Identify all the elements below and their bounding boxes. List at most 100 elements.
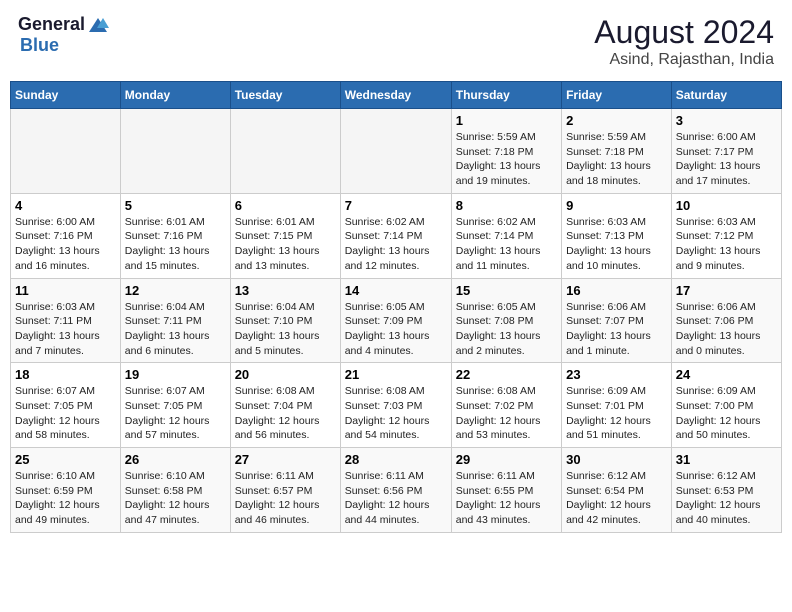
day-info: Sunrise: 6:10 AM Sunset: 6:58 PM Dayligh… (125, 469, 226, 528)
weekday-header: Saturday (671, 82, 781, 109)
logo-blue: Blue (20, 35, 59, 56)
day-info: Sunrise: 5:59 AM Sunset: 7:18 PM Dayligh… (566, 130, 667, 189)
day-number: 15 (456, 283, 557, 298)
day-number: 4 (15, 198, 116, 213)
calendar-week-row: 1Sunrise: 5:59 AM Sunset: 7:18 PM Daylig… (11, 109, 782, 194)
page-subtitle: Asind, Rajasthan, India (594, 51, 774, 69)
day-info: Sunrise: 6:10 AM Sunset: 6:59 PM Dayligh… (15, 469, 116, 528)
day-number: 30 (566, 452, 667, 467)
calendar-cell: 23Sunrise: 6:09 AM Sunset: 7:01 PM Dayli… (562, 363, 672, 448)
day-info: Sunrise: 6:04 AM Sunset: 7:11 PM Dayligh… (125, 300, 226, 359)
calendar-cell: 10 Sunrise: 6:03 AM Sunset: 7:12 PM Dayli… (671, 193, 781, 278)
day-info: Sunrise: 6:05 AM Sunset: 7:09 PM Dayligh… (345, 300, 447, 359)
day-number: 18 (15, 367, 116, 382)
page-header: General Blue August 2024 Asind, Rajastha… (10, 10, 782, 73)
calendar-cell: 21Sunrise: 6:08 AM Sunset: 7:03 PM Dayli… (340, 363, 451, 448)
day-number: 5 (125, 198, 226, 213)
day-number: 6 (235, 198, 336, 213)
title-area: August 2024 Asind, Rajasthan, India (594, 14, 774, 69)
weekday-header: Thursday (451, 82, 561, 109)
day-info: Sunrise: 6:12 AM Sunset: 6:54 PM Dayligh… (566, 469, 667, 528)
calendar-cell: 2 Sunrise: 5:59 AM Sunset: 7:18 PM Daylig… (562, 109, 672, 194)
calendar-week-row: 4 Sunrise: 6:00 AM Sunset: 7:16 PM Daylig… (11, 193, 782, 278)
calendar-cell: 9 Sunrise: 6:03 AM Sunset: 7:13 PM Daylig… (562, 193, 672, 278)
weekday-header: Tuesday (230, 82, 340, 109)
calendar-cell: 26 Sunrise: 6:10 AM Sunset: 6:58 PM Dayli… (120, 448, 230, 533)
logo-general: General (18, 14, 85, 35)
day-number: 19 (125, 367, 226, 382)
day-info: Sunrise: 6:06 AM Sunset: 7:07 PM Dayligh… (566, 300, 667, 359)
calendar-cell: 5 Sunrise: 6:01 AM Sunset: 7:16 PM Daylig… (120, 193, 230, 278)
calendar-cell (11, 109, 121, 194)
day-number: 12 (125, 283, 226, 298)
day-number: 14 (345, 283, 447, 298)
calendar-cell: 24Sunrise: 6:09 AM Sunset: 7:00 PM Dayli… (671, 363, 781, 448)
calendar-cell: 22Sunrise: 6:08 AM Sunset: 7:02 PM Dayli… (451, 363, 561, 448)
calendar-cell: 25 Sunrise: 6:10 AM Sunset: 6:59 PM Dayli… (11, 448, 121, 533)
calendar-cell: 17 Sunrise: 6:06 AM Sunset: 7:06 PM Dayli… (671, 278, 781, 363)
calendar-cell: 28Sunrise: 6:11 AM Sunset: 6:56 PM Dayli… (340, 448, 451, 533)
day-number: 31 (676, 452, 777, 467)
calendar-cell: 7Sunrise: 6:02 AM Sunset: 7:14 PM Daylig… (340, 193, 451, 278)
day-number: 26 (125, 452, 226, 467)
day-info: Sunrise: 6:11 AM Sunset: 6:56 PM Dayligh… (345, 469, 447, 528)
day-number: 8 (456, 198, 557, 213)
day-number: 3 (676, 113, 777, 128)
day-info: Sunrise: 6:09 AM Sunset: 7:01 PM Dayligh… (566, 384, 667, 443)
day-number: 9 (566, 198, 667, 213)
calendar-cell: 27Sunrise: 6:11 AM Sunset: 6:57 PM Dayli… (230, 448, 340, 533)
day-info: Sunrise: 6:06 AM Sunset: 7:06 PM Dayligh… (676, 300, 777, 359)
calendar-cell: 31Sunrise: 6:12 AM Sunset: 6:53 PM Dayli… (671, 448, 781, 533)
day-info: Sunrise: 6:03 AM Sunset: 7:11 PM Dayligh… (15, 300, 116, 359)
calendar-cell: 30 Sunrise: 6:12 AM Sunset: 6:54 PM Dayli… (562, 448, 672, 533)
day-number: 17 (676, 283, 777, 298)
day-number: 11 (15, 283, 116, 298)
calendar-cell: 1Sunrise: 5:59 AM Sunset: 7:18 PM Daylig… (451, 109, 561, 194)
day-number: 25 (15, 452, 116, 467)
calendar-cell: 13 Sunrise: 6:04 AM Sunset: 7:10 PM Dayli… (230, 278, 340, 363)
weekday-header: Wednesday (340, 82, 451, 109)
day-info: Sunrise: 6:04 AM Sunset: 7:10 PM Dayligh… (235, 300, 336, 359)
day-number: 13 (235, 283, 336, 298)
calendar-cell: 16 Sunrise: 6:06 AM Sunset: 7:07 PM Dayli… (562, 278, 672, 363)
day-number: 7 (345, 198, 447, 213)
day-info: Sunrise: 6:03 AM Sunset: 7:13 PM Dayligh… (566, 215, 667, 274)
day-info: Sunrise: 5:59 AM Sunset: 7:18 PM Dayligh… (456, 130, 557, 189)
day-info: Sunrise: 6:01 AM Sunset: 7:15 PM Dayligh… (235, 215, 336, 274)
day-info: Sunrise: 6:08 AM Sunset: 7:02 PM Dayligh… (456, 384, 557, 443)
day-info: Sunrise: 6:03 AM Sunset: 7:12 PM Dayligh… (676, 215, 777, 274)
logo: General Blue (18, 14, 109, 56)
calendar-week-row: 25 Sunrise: 6:10 AM Sunset: 6:59 PM Dayli… (11, 448, 782, 533)
calendar-cell: 29Sunrise: 6:11 AM Sunset: 6:55 PM Dayli… (451, 448, 561, 533)
calendar-table: SundayMondayTuesdayWednesdayThursdayFrid… (10, 81, 782, 533)
calendar-cell: 11 Sunrise: 6:03 AM Sunset: 7:11 PM Dayli… (11, 278, 121, 363)
day-info: Sunrise: 6:11 AM Sunset: 6:55 PM Dayligh… (456, 469, 557, 528)
calendar-cell: 19 Sunrise: 6:07 AM Sunset: 7:05 PM Dayli… (120, 363, 230, 448)
day-number: 2 (566, 113, 667, 128)
day-info: Sunrise: 6:07 AM Sunset: 7:05 PM Dayligh… (15, 384, 116, 443)
day-number: 16 (566, 283, 667, 298)
calendar-cell: 14 Sunrise: 6:05 AM Sunset: 7:09 PM Dayli… (340, 278, 451, 363)
weekday-header: Sunday (11, 82, 121, 109)
day-info: Sunrise: 6:11 AM Sunset: 6:57 PM Dayligh… (235, 469, 336, 528)
calendar-week-row: 18 Sunrise: 6:07 AM Sunset: 7:05 PM Dayli… (11, 363, 782, 448)
day-info: Sunrise: 6:09 AM Sunset: 7:00 PM Dayligh… (676, 384, 777, 443)
calendar-cell: 12 Sunrise: 6:04 AM Sunset: 7:11 PM Dayli… (120, 278, 230, 363)
day-info: Sunrise: 6:00 AM Sunset: 7:17 PM Dayligh… (676, 130, 777, 189)
calendar-cell: 18 Sunrise: 6:07 AM Sunset: 7:05 PM Dayli… (11, 363, 121, 448)
calendar-cell: 3 Sunrise: 6:00 AM Sunset: 7:17 PM Daylig… (671, 109, 781, 194)
day-info: Sunrise: 6:08 AM Sunset: 7:04 PM Dayligh… (235, 384, 336, 443)
day-info: Sunrise: 6:00 AM Sunset: 7:16 PM Dayligh… (15, 215, 116, 274)
calendar-cell: 8 Sunrise: 6:02 AM Sunset: 7:14 PM Daylig… (451, 193, 561, 278)
weekday-header: Friday (562, 82, 672, 109)
calendar-cell: 20 Sunrise: 6:08 AM Sunset: 7:04 PM Dayli… (230, 363, 340, 448)
day-info: Sunrise: 6:08 AM Sunset: 7:03 PM Dayligh… (345, 384, 447, 443)
day-number: 20 (235, 367, 336, 382)
day-number: 10 (676, 198, 777, 213)
logo-icon (87, 16, 109, 34)
day-info: Sunrise: 6:07 AM Sunset: 7:05 PM Dayligh… (125, 384, 226, 443)
calendar-cell: 15Sunrise: 6:05 AM Sunset: 7:08 PM Dayli… (451, 278, 561, 363)
calendar-cell (230, 109, 340, 194)
day-info: Sunrise: 6:01 AM Sunset: 7:16 PM Dayligh… (125, 215, 226, 274)
day-info: Sunrise: 6:02 AM Sunset: 7:14 PM Dayligh… (456, 215, 557, 274)
